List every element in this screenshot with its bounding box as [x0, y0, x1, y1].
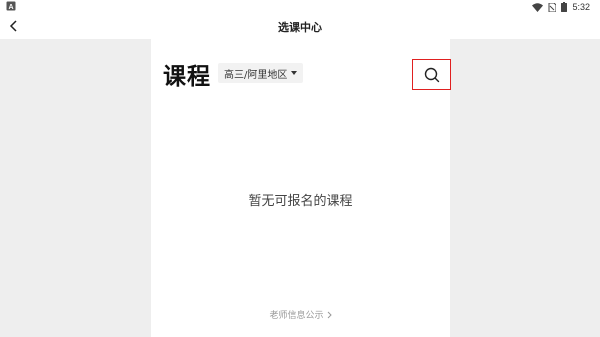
- teacher-info-label: 老师信息公示: [269, 311, 324, 321]
- empty-message: 暂无可报名的课程: [248, 194, 353, 209]
- right-margin: [450, 39, 600, 337]
- svg-text:A: A: [8, 4, 13, 11]
- caret-down-icon: [291, 71, 298, 75]
- left-margin: [0, 39, 151, 337]
- status-time: 5:32: [572, 2, 590, 12]
- title-bar: 选课中心: [0, 14, 600, 39]
- search-button[interactable]: [412, 59, 451, 90]
- status-bar: A 5:32: [0, 0, 600, 14]
- teacher-info-link[interactable]: 老师信息公示: [151, 308, 450, 321]
- region-selector-value: 高三/阿里地区: [224, 69, 288, 81]
- page-title: 选课中心: [278, 21, 322, 34]
- region-selector[interactable]: 高三/阿里地区: [218, 63, 304, 83]
- course-panel: 课程 高三/阿里地区 暂无可报名的课程 老师信息公示: [151, 39, 451, 337]
- a-notification-icon: A: [6, 1, 16, 11]
- chevron-right-icon: [327, 311, 332, 318]
- battery-icon: [561, 2, 568, 12]
- course-heading: 课程: [163, 64, 211, 90]
- sim-icon: [548, 2, 557, 12]
- wifi-icon: [532, 2, 544, 12]
- search-icon: [424, 67, 439, 82]
